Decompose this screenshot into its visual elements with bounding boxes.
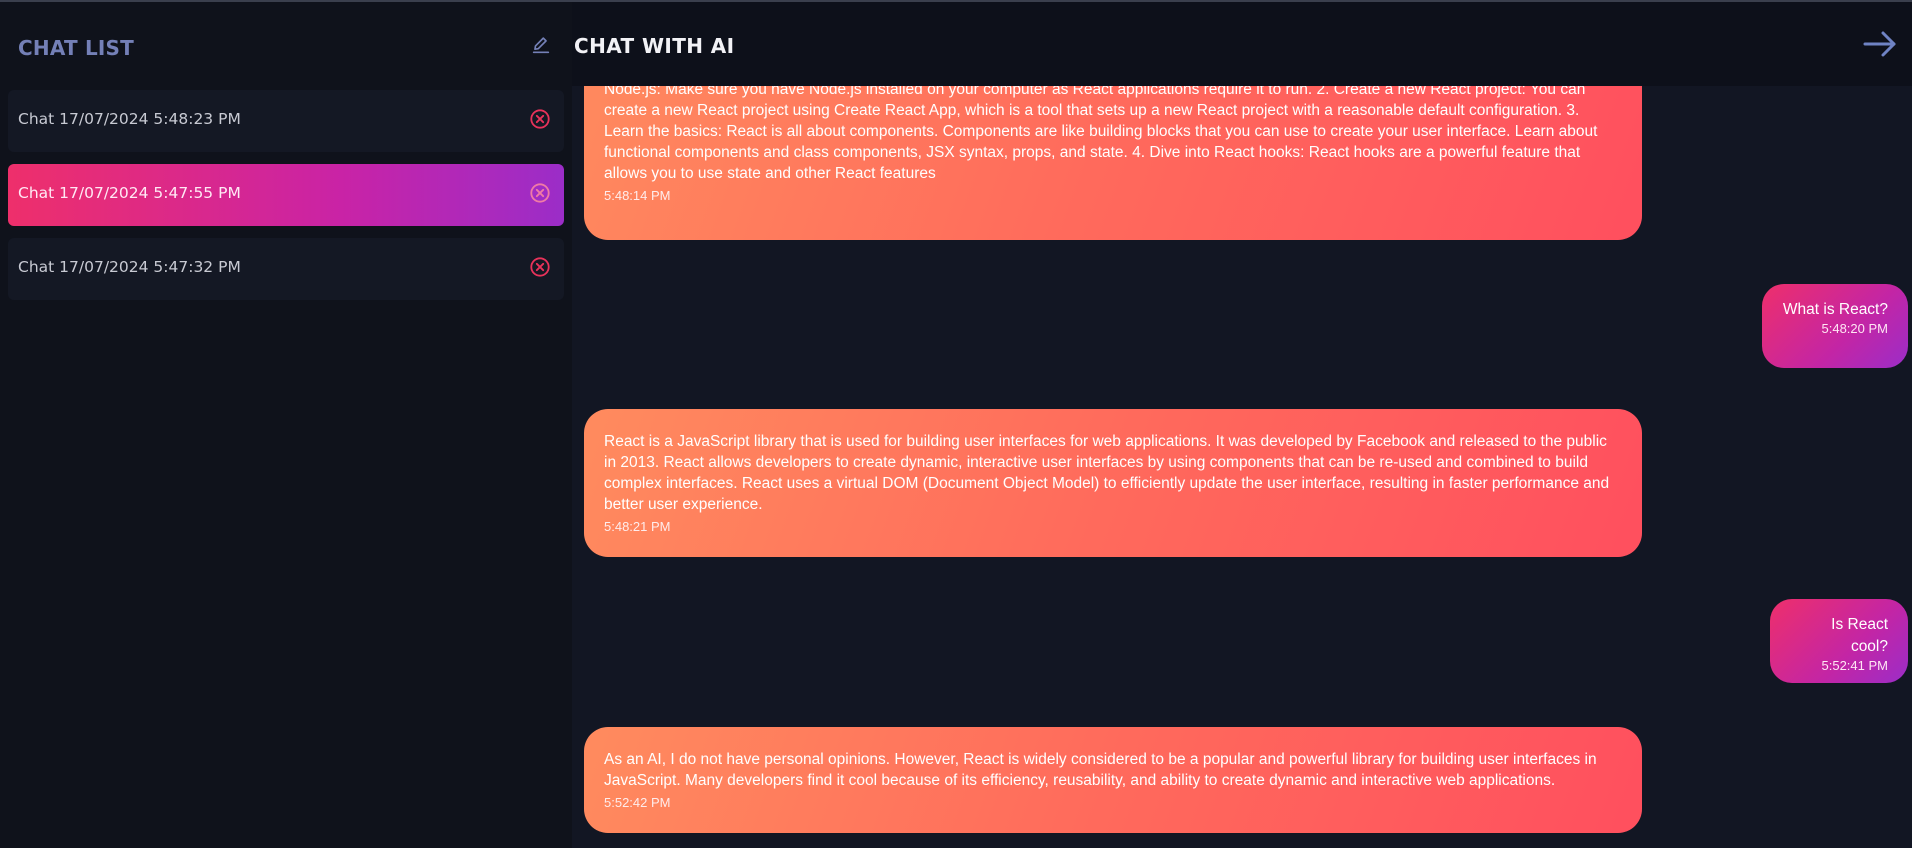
user-message-text: What is React? [1782,301,1888,318]
ai-message-time: 5:48:14 PM [604,188,671,203]
ai-message-text: React is a JavaScript library that is us… [604,433,1610,513]
ai-message-text: As an AI, I do not have personal opinion… [604,751,1597,789]
new-chat-button[interactable] [528,34,554,60]
sidebar-header: CHAT LIST [0,2,572,88]
user-message: Is React cool? 5:52:41 PM [1770,599,1908,683]
chat-list-item-label: Chat 17/07/2024 5:47:32 PM [18,258,241,276]
user-message-time: 5:48:20 PM [1821,321,1889,336]
arrow-right-icon [1862,29,1898,63]
delete-chat-button[interactable] [529,182,551,208]
chat-header: CHAT WITH AI [572,2,1912,86]
sidebar-title: CHAT LIST [18,36,134,60]
ai-message-time: 5:48:21 PM [604,519,671,534]
chat-list-item-label: Chat 17/07/2024 5:48:23 PM [18,110,241,128]
chat-panel: CHAT WITH AI React is a JavaScript libra… [572,2,1912,848]
chat-list-item[interactable]: Chat 17/07/2024 5:47:32 PM [8,238,564,300]
close-circle-icon [529,182,551,208]
user-message: What is React? 5:48:20 PM [1762,284,1908,368]
sidebar: CHAT LIST Chat 17/07/2024 5:48:23 PM Cha… [0,2,572,848]
forward-button[interactable] [1860,28,1900,64]
delete-chat-button[interactable] [529,256,551,282]
chat-list-item-active[interactable]: Chat 17/07/2024 5:47:55 PM [8,164,564,226]
ai-message: React is a JavaScript library that is us… [584,409,1642,557]
chat-title: CHAT WITH AI [574,34,735,58]
app-window: CHAT LIST Chat 17/07/2024 5:48:23 PM Cha… [0,0,1912,848]
ai-message-time: 5:52:42 PM [604,795,671,810]
ai-message: As an AI, I do not have personal opinion… [584,727,1642,833]
chat-list-item-label: Chat 17/07/2024 5:47:55 PM [18,184,241,202]
close-circle-icon [529,256,551,282]
close-circle-icon [529,108,551,134]
user-message-text: Is React cool? [1831,616,1888,655]
chat-list-item[interactable]: Chat 17/07/2024 5:48:23 PM [8,90,564,152]
pencil-icon [530,34,552,60]
user-message-time: 5:52:41 PM [1821,658,1889,673]
delete-chat-button[interactable] [529,108,551,134]
